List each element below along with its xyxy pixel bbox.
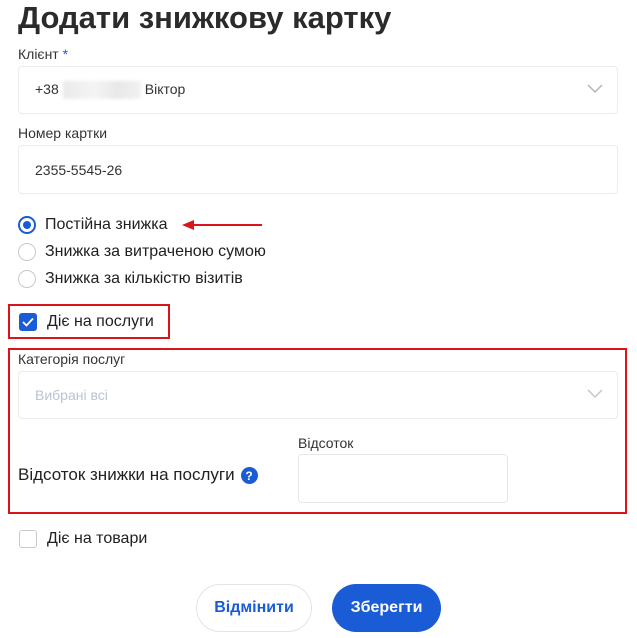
save-button[interactable]: Зберегти	[332, 584, 441, 632]
radio-button-selected[interactable]	[18, 216, 36, 234]
cancel-button[interactable]: Відмінити	[196, 584, 312, 632]
client-label-text: Клієнт	[18, 46, 59, 62]
goods-checkbox-label: Діє на товари	[47, 530, 148, 547]
radio-button[interactable]	[18, 270, 36, 288]
client-value: +38 Віктор	[35, 80, 186, 100]
percent-input[interactable]	[298, 454, 508, 503]
services-percent-heading: Відсоток знижки на послуги?	[18, 464, 258, 486]
service-category-select[interactable]: Вибрані всі	[18, 371, 618, 419]
chevron-down-icon[interactable]	[587, 84, 603, 94]
radio-label: Знижка за витраченою сумою	[45, 243, 266, 260]
page-title: Додати знижкову картку	[18, 0, 392, 35]
services-checkbox-label: Діє на послуги	[47, 313, 154, 330]
card-number-value: 2355-5545-26	[35, 161, 123, 178]
question-circle-icon[interactable]: ?	[240, 467, 258, 485]
client-phone-prefix: +38	[35, 80, 59, 97]
service-category-label: Категорія послуг	[18, 351, 126, 367]
chevron-down-icon[interactable]	[587, 389, 603, 399]
arrow-left-icon	[182, 220, 262, 230]
redacted-phone	[62, 81, 141, 100]
goods-checkbox[interactable]: Діє на товари	[19, 528, 147, 550]
client-name: Віктор	[144, 80, 186, 97]
services-percent-heading-text: Відсоток знижки на послуги	[18, 465, 235, 484]
service-category-placeholder: Вибрані всі	[35, 387, 108, 403]
radio-label: Постійна знижка	[45, 216, 168, 233]
radio-label: Знижка за кількістю візитів	[45, 270, 243, 287]
card-number-input[interactable]: 2355-5545-26	[18, 145, 618, 194]
checkbox-checked[interactable]	[19, 313, 37, 331]
client-select[interactable]: +38 Віктор	[18, 66, 618, 114]
services-checkbox[interactable]: Діє на послуги	[19, 311, 154, 333]
percent-label: Відсоток	[298, 435, 354, 451]
radio-permanent-discount[interactable]: Постійна знижка	[18, 214, 167, 236]
radio-button[interactable]	[18, 243, 36, 261]
required-mark: *	[62, 46, 69, 62]
checkbox-unchecked[interactable]	[19, 530, 37, 548]
client-label: Клієнт *	[18, 45, 68, 63]
card-number-label: Номер картки	[18, 125, 108, 141]
check-icon	[22, 317, 34, 327]
radio-spent-amount-discount[interactable]: Знижка за витраченою сумою	[18, 241, 266, 263]
radio-visits-discount[interactable]: Знижка за кількістю візитів	[18, 268, 243, 290]
